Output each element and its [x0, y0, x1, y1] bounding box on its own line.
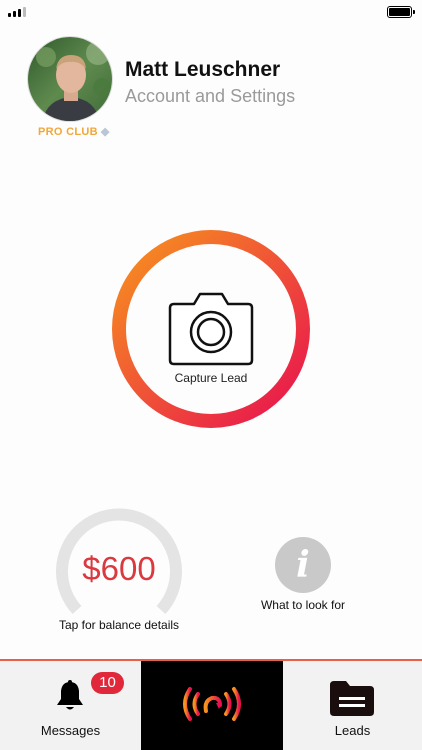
- tab-leads-label: Leads: [334, 723, 371, 738]
- tab-messages-label: Messages: [40, 723, 101, 738]
- messages-badge: 10: [91, 672, 124, 694]
- folder-icon: [330, 681, 374, 716]
- avatar[interactable]: [27, 36, 113, 122]
- tab-capture[interactable]: [141, 661, 283, 750]
- diamond-icon: ◆: [100, 126, 110, 138]
- camera-icon: [168, 292, 254, 366]
- capture-lead-button[interactable]: Capture Lead: [110, 228, 312, 430]
- account-settings-link[interactable]: Account and Settings: [125, 86, 295, 107]
- bell-icon: [57, 680, 83, 710]
- pro-club-label: PRO CLUB: [38, 125, 98, 138]
- user-name: Matt Leuschner: [125, 58, 281, 81]
- status-bar: [0, 0, 422, 24]
- info-icon: i: [275, 537, 331, 593]
- pro-club-badge: PRO CLUB ◆: [38, 125, 110, 139]
- balance-gauge[interactable]: $600 Tap for balance details: [56, 506, 182, 646]
- what-to-look-for-button[interactable]: i What to look for: [248, 537, 358, 617]
- capture-lead-label: Capture Lead: [174, 371, 248, 385]
- battery-icon: [387, 6, 415, 18]
- home-screen: PRO CLUB ◆ Matt Leuschner Account and Se…: [0, 0, 422, 750]
- tab-bar: 10 Messages Leads: [0, 659, 422, 750]
- tab-leads[interactable]: Leads: [283, 661, 422, 750]
- what-to-look-for-label: What to look for: [260, 598, 346, 612]
- signal-icon: [8, 7, 26, 17]
- capture-signal-icon: [183, 687, 241, 723]
- balance-details-label: Tap for balance details: [58, 618, 180, 632]
- balance-amount: $600: [82, 550, 156, 587]
- tab-messages[interactable]: 10 Messages: [0, 661, 141, 750]
